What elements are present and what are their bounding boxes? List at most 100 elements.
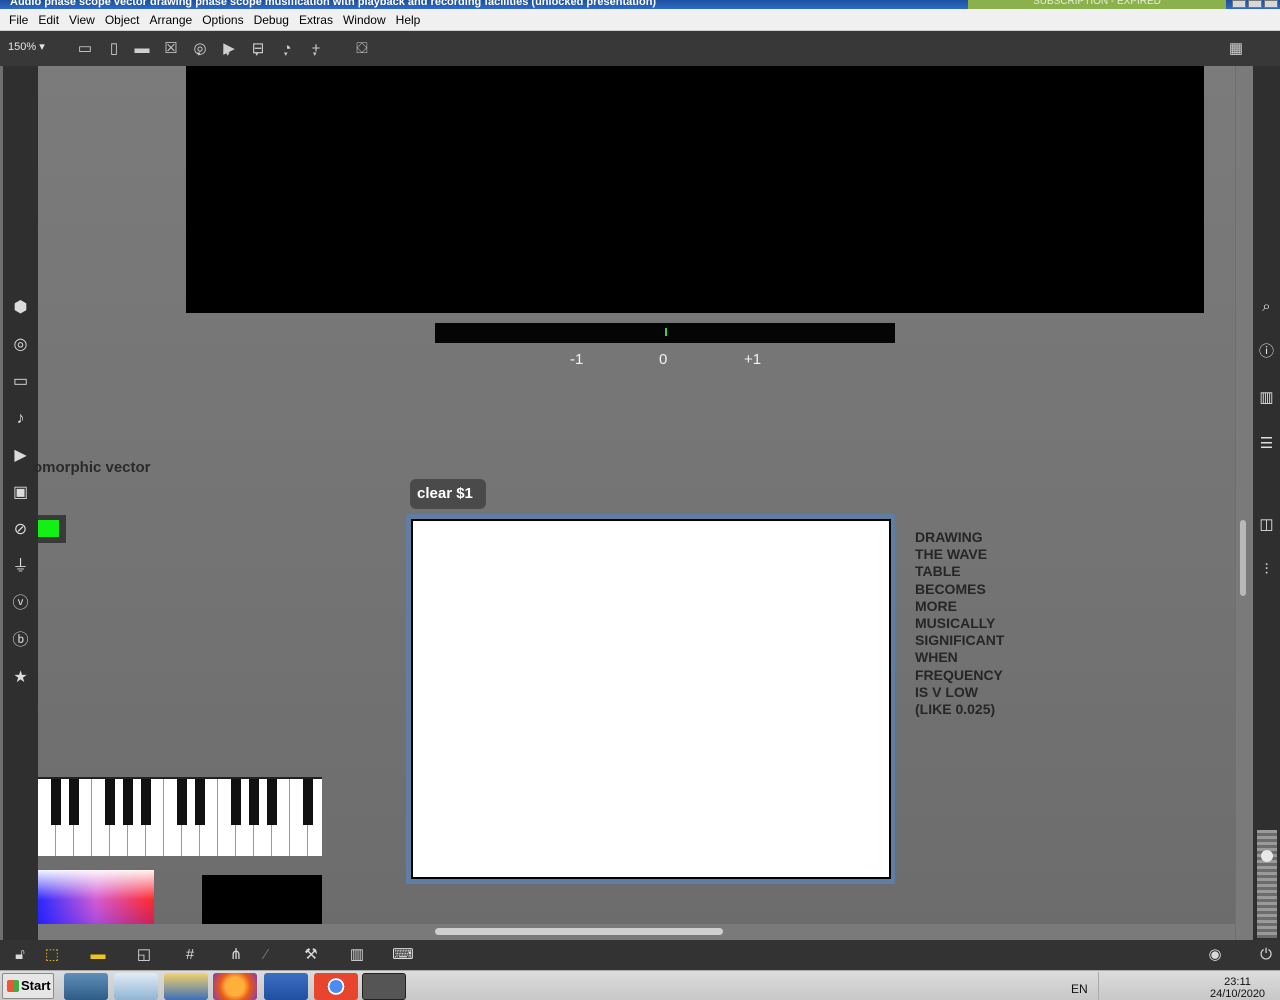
- wrench-icon[interactable]: ⚒: [299, 944, 323, 966]
- hierarchy-icon[interactable]: ⋔: [224, 944, 248, 966]
- star-icon[interactable]: ★: [3, 663, 38, 693]
- max-app-icon[interactable]: [362, 973, 406, 1000]
- paint-bucket-icon[interactable]: ⛋: [351, 38, 373, 60]
- taskbar-app-1[interactable]: [64, 973, 108, 1000]
- search-icon[interactable]: ⌕: [1253, 292, 1280, 322]
- note-line: THE WAVE: [915, 546, 988, 563]
- preview-panel: [202, 875, 322, 924]
- message-box-icon[interactable]: ▯: [103, 38, 125, 60]
- taskbar-app-3[interactable]: [164, 973, 208, 1000]
- comment-icon[interactable]: ▬: [131, 38, 153, 60]
- menu-debug[interactable]: Debug: [249, 13, 294, 27]
- piano-black-key[interactable]: [51, 779, 61, 825]
- horizontal-scroll-thumb[interactable]: [435, 928, 723, 935]
- taskbar-app-2[interactable]: [114, 973, 158, 1000]
- note-line: MUSICALLY: [915, 615, 996, 632]
- note-line: MORE: [915, 597, 957, 614]
- clock[interactable]: 23:11 24/10/2020: [1210, 976, 1265, 1000]
- info-icon[interactable]: ⓘ: [1253, 337, 1280, 367]
- chrome-icon[interactable]: [314, 973, 358, 1000]
- layers-icon[interactable]: ◱: [132, 944, 156, 966]
- menu-window[interactable]: Window: [338, 13, 391, 27]
- note-line: (LIKE 0.025): [915, 701, 996, 718]
- word-icon[interactable]: [264, 973, 308, 1000]
- patcher-window-icon[interactable]: ▭: [74, 38, 96, 60]
- note-line: TABLE: [915, 563, 961, 580]
- note-line: WHEN: [915, 649, 958, 666]
- menu-view[interactable]: View: [64, 13, 100, 27]
- start-button[interactable]: Start: [2, 973, 54, 999]
- piano-black-key[interactable]: [231, 779, 241, 825]
- menu-help[interactable]: Help: [391, 13, 426, 27]
- firefox-icon[interactable]: [213, 973, 257, 1000]
- piano-black-key[interactable]: [195, 779, 205, 825]
- add-plus-icon[interactable]: + ▾: [305, 38, 327, 60]
- menu-file[interactable]: File: [4, 13, 33, 27]
- language-indicator[interactable]: EN: [1071, 982, 1088, 996]
- right-sidebar: ⌕ ⓘ ▥ ☰ ◫ ⫶: [1253, 66, 1280, 940]
- piano-black-key[interactable]: [303, 779, 313, 825]
- lock-icon[interactable]: 🔓︎: [8, 944, 32, 966]
- edit-cursor-icon[interactable]: ⬚: [40, 944, 64, 966]
- phase-scope-display[interactable]: [186, 66, 1204, 313]
- menu-extras[interactable]: Extras: [294, 13, 338, 27]
- plugin-icon[interactable]: ⏚: [3, 552, 38, 582]
- slider-icon[interactable]: ⊟ ▾: [247, 38, 269, 60]
- instruction-note: DRAWING THE WAVE TABLE BECOMES MORE MUSI…: [915, 529, 1004, 718]
- color-swatch[interactable]: [38, 520, 59, 537]
- piano-black-key[interactable]: [141, 779, 151, 825]
- menu-arrange[interactable]: Arrange: [145, 13, 198, 27]
- drawing-panel[interactable]: [411, 519, 891, 879]
- output-gain-knob[interactable]: [1261, 850, 1273, 862]
- video-icon[interactable]: ▭: [3, 367, 38, 397]
- piano-black-key[interactable]: [123, 779, 133, 825]
- minimize-button[interactable]: [1232, 0, 1246, 8]
- clear-message-button[interactable]: clear $1: [410, 479, 486, 509]
- piano-black-key[interactable]: [105, 779, 115, 825]
- menu-edit[interactable]: Edit: [33, 13, 64, 27]
- book-icon[interactable]: ▥: [1253, 383, 1280, 413]
- piano-black-key[interactable]: [69, 779, 79, 825]
- comment-icon[interactable]: ▬: [86, 944, 110, 966]
- vertical-scroll-thumb[interactable]: [1240, 520, 1246, 596]
- list-icon[interactable]: ☰: [1253, 429, 1280, 459]
- target-icon[interactable]: ◎: [3, 330, 38, 360]
- music-note-icon[interactable]: ♪: [3, 404, 38, 434]
- grid-icon[interactable]: #: [178, 944, 202, 966]
- note-line: SIGNIFICANT: [915, 632, 1005, 649]
- zoom-select[interactable]: 150% ▾: [8, 40, 45, 53]
- paperclip-icon[interactable]: ⊘: [3, 515, 38, 545]
- toolbar: 150% ▾ ▭ ▯ ▬ ☒ ◎ ▾ ▶ ▾ ⊟ ▾ ◔ ▾ + ▾ ⛋ ▦: [0, 31, 1280, 66]
- vimeo-icon[interactable]: ⓥ: [3, 589, 38, 619]
- vertical-scrollbar[interactable]: [1236, 66, 1253, 940]
- button-circle-icon[interactable]: ◎ ▾: [189, 38, 211, 60]
- piano-black-key[interactable]: [177, 779, 187, 825]
- wand-icon[interactable]: ⁄: [254, 944, 278, 966]
- image-icon[interactable]: ▣: [3, 478, 38, 508]
- grid-view-icon[interactable]: ▦: [1225, 38, 1247, 60]
- piano-keyboard[interactable]: [38, 777, 322, 856]
- menu-bar: File Edit View Object Arrange Options De…: [0, 9, 1280, 31]
- color-picker[interactable]: [38, 870, 154, 924]
- mixer-icon[interactable]: ⫶: [1253, 555, 1280, 585]
- power-icon[interactable]: ⏻: [1254, 944, 1278, 966]
- bottom-toolbar: 🔓︎ ⬚ ▬ ◱ # ⋔ ⁄ ⚒ ▥ ⌨ ◉ ⏻: [0, 940, 1280, 970]
- play-icon[interactable]: ▶ ▾: [218, 38, 240, 60]
- dial-icon[interactable]: ◔ ▾: [276, 38, 298, 60]
- vector-label: omorphic vector: [33, 459, 151, 476]
- piano-icon[interactable]: ▥: [345, 944, 369, 966]
- menu-options[interactable]: Options: [197, 13, 248, 27]
- close-button[interactable]: [1264, 0, 1278, 8]
- maximize-button[interactable]: [1248, 0, 1262, 8]
- piano-black-key[interactable]: [249, 779, 259, 825]
- snapshot-icon[interactable]: ◫: [1253, 510, 1280, 540]
- output-gain-slider[interactable]: [1257, 830, 1277, 938]
- b-icon[interactable]: ⓑ: [3, 626, 38, 656]
- toggle-x-icon[interactable]: ☒: [160, 38, 182, 60]
- menu-object[interactable]: Object: [100, 13, 145, 27]
- subscription-status[interactable]: SUBSCRIPTION - EXPIRED: [968, 0, 1226, 9]
- piano-black-key[interactable]: [267, 779, 277, 825]
- transport-icon[interactable]: ◉: [1203, 944, 1227, 966]
- package-icon[interactable]: ⬢: [3, 293, 38, 323]
- keyboard-icon[interactable]: ⌨: [391, 944, 415, 966]
